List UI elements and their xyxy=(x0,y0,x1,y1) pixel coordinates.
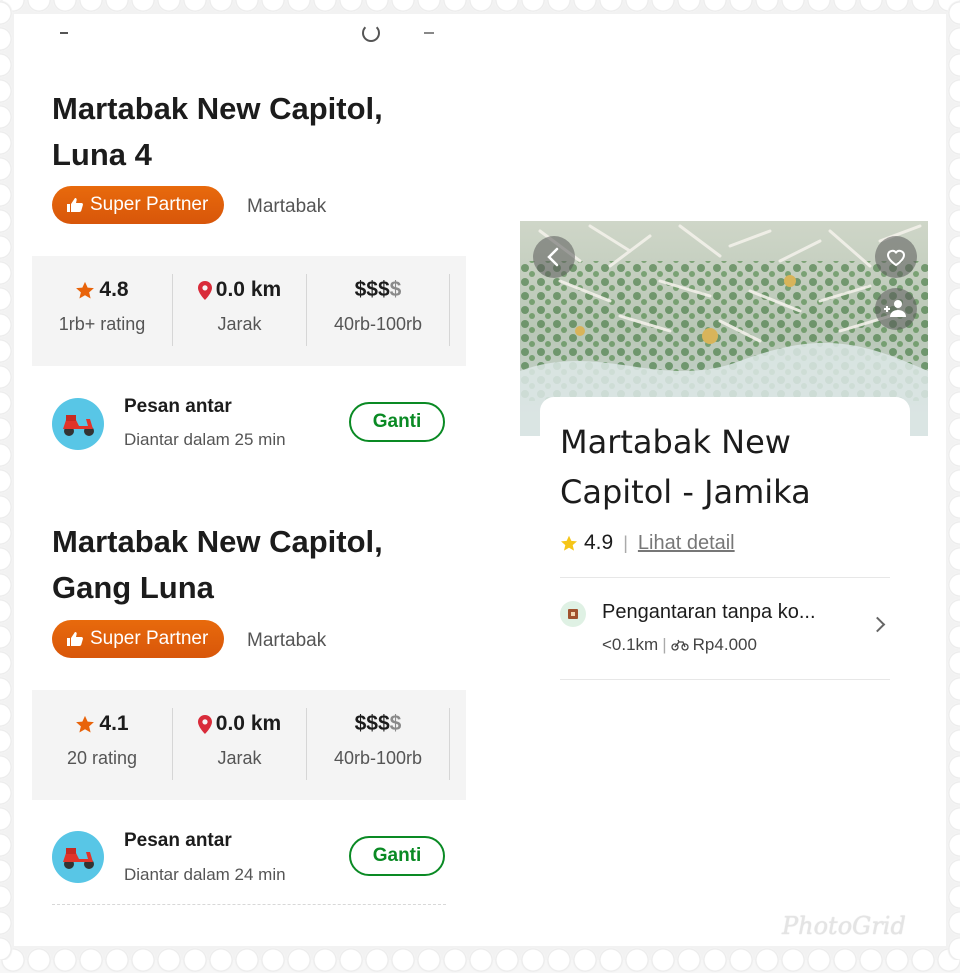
price-stat: $$$$ 40rb-100rb xyxy=(307,256,449,366)
price-level: $$$$ xyxy=(354,278,402,301)
separator: | xyxy=(662,635,667,654)
price-level: $$$$ xyxy=(354,712,402,735)
divider xyxy=(449,274,450,346)
back-icon xyxy=(547,247,559,267)
add-friend-icon xyxy=(884,300,906,317)
separator: | xyxy=(623,532,628,553)
restaurant-info-card: Martabak New Capitol - Jamika 4.9 | Liha… xyxy=(540,397,910,687)
star-icon xyxy=(76,281,95,299)
distance-label: Jarak xyxy=(217,748,262,768)
badge-label: Super Partner xyxy=(90,194,209,215)
restaurant-stats-bar: 4.8 1rb+ rating 0.0 km Jarak $$$$ 40rb-1… xyxy=(32,256,466,366)
right-screenshot-panel: Martabak New Capitol - Jamika 4.9 | Liha… xyxy=(520,221,928,687)
change-delivery-button[interactable]: Ganti xyxy=(349,402,445,442)
scalloped-border-right xyxy=(947,0,960,960)
rating-stat[interactable]: 4.8 1rb+ rating xyxy=(32,256,172,366)
super-partner-badge: Super Partner xyxy=(52,620,225,658)
star-icon xyxy=(561,535,577,551)
scalloped-border-bottom xyxy=(0,947,960,973)
category-label: Martabak xyxy=(247,630,327,651)
divider xyxy=(560,577,890,578)
chevron-right-icon[interactable] xyxy=(869,616,886,633)
back-icon[interactable] xyxy=(60,32,68,34)
group-order-button[interactable] xyxy=(875,288,917,330)
bike-icon xyxy=(671,639,689,651)
delivery-mode-title: Pesan antar xyxy=(124,830,232,851)
scalloped-border-left xyxy=(0,0,13,960)
change-delivery-button[interactable]: Ganti xyxy=(349,836,445,876)
delivery-eta: Diantar dalam 25 min xyxy=(124,430,286,449)
scalloped-border-top xyxy=(0,0,960,13)
thumbs-up-icon xyxy=(67,632,83,646)
distance-stat: 0.0 km Jarak xyxy=(173,256,306,366)
delivery-eta: Diantar dalam 24 min xyxy=(124,865,286,884)
restaurant-title: Martabak New Capitol, Gang Luna xyxy=(52,524,383,605)
distance-value: 0.0 km xyxy=(215,278,282,301)
scooter-icon xyxy=(52,398,104,450)
rating-row: 4.9 | Lihat detail xyxy=(560,531,735,555)
price-range: 40rb-100rb xyxy=(333,314,423,334)
category-label: Martabak xyxy=(247,196,327,217)
scooter-icon xyxy=(52,831,104,883)
price-range: 40rb-100rb xyxy=(333,748,423,768)
delivery-fee: Rp4.000 xyxy=(692,635,757,654)
delivery-mode-title: Pesan antar xyxy=(124,396,232,417)
distance-value: 0.0 km xyxy=(215,712,282,735)
see-detail-link[interactable]: Lihat detail xyxy=(638,532,735,555)
back-button[interactable] xyxy=(533,236,575,278)
restaurant-title: Martabak New Capitol, Luna 4 xyxy=(52,91,383,172)
delivery-distance: <0.1km xyxy=(602,635,659,654)
photogrid-watermark: PhotoGrid xyxy=(782,912,906,940)
distance-label: Jarak xyxy=(217,314,262,334)
rating-count: 20 rating xyxy=(66,748,138,768)
delivery-option-details: <0.1km | Rp4.000 xyxy=(602,635,757,655)
search-icon[interactable] xyxy=(362,24,380,42)
super-partner-badge: Super Partner xyxy=(52,186,225,224)
price-stat: $$$$ 40rb-100rb xyxy=(307,690,449,800)
share-icon[interactable] xyxy=(424,32,434,34)
rating-value: 4.1 xyxy=(99,712,129,735)
restaurant-title: Martabak New Capitol - Jamika xyxy=(560,423,811,511)
rating-count: 1rb+ rating xyxy=(58,314,146,334)
left-screenshot-panel: Martabak New Capitol, Luna 4 Super Partn… xyxy=(32,20,466,920)
top-bar-cropped xyxy=(32,20,466,44)
badge-label: Super Partner xyxy=(90,628,209,649)
rating-value: 4.9 xyxy=(584,531,614,554)
favorite-button[interactable] xyxy=(875,236,917,278)
restaurant-stats-bar: 4.1 20 rating 0.0 km Jarak $$$$ 40rb-100… xyxy=(32,690,466,800)
delivery-option-title[interactable]: Pengantaran tanpa ko... xyxy=(602,601,816,624)
heart-icon xyxy=(886,249,906,267)
divider xyxy=(449,708,450,780)
star-icon xyxy=(76,715,95,733)
location-pin-icon xyxy=(197,714,212,734)
shop-icon xyxy=(560,601,586,627)
divider xyxy=(560,679,890,680)
rating-value: 4.8 xyxy=(99,278,129,301)
distance-stat: 0.0 km Jarak xyxy=(173,690,306,800)
thumbs-up-icon xyxy=(67,198,83,212)
location-pin-icon xyxy=(197,280,212,300)
rating-stat[interactable]: 4.1 20 rating xyxy=(32,690,172,800)
divider xyxy=(52,904,446,905)
